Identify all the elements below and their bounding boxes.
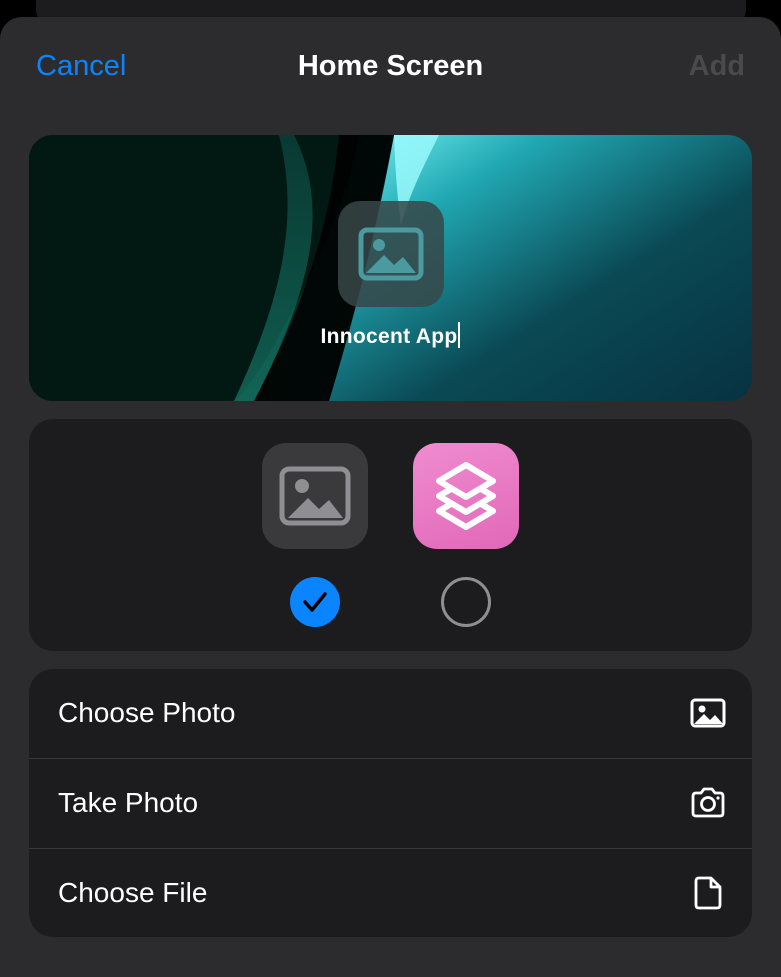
navigation-bar: Cancel Home Screen Add	[0, 17, 781, 117]
choose-file-row[interactable]: Choose File	[29, 849, 752, 937]
camera-icon	[691, 787, 725, 818]
app-name-text: Innocent App	[320, 325, 458, 348]
checkmark-icon	[303, 592, 327, 612]
icon-source-options: Choose Photo Take Photo Choose File	[29, 669, 752, 937]
photo-icon	[279, 466, 351, 526]
shortcuts-icon	[436, 462, 496, 530]
app-name-field[interactable]: Innocent App	[29, 322, 752, 349]
page-title: Home Screen	[297, 50, 484, 82]
option-label: Choose Photo	[58, 697, 236, 728]
add-to-home-screen-sheet: Cancel Home Screen Add Innocent App Choo…	[0, 17, 781, 977]
text-cursor	[458, 322, 461, 348]
icon-picker	[29, 419, 752, 651]
add-button[interactable]: Add	[689, 50, 745, 83]
default-icon-radio-checked[interactable]	[290, 577, 340, 627]
take-photo-row[interactable]: Take Photo	[29, 759, 752, 848]
document-icon	[694, 876, 722, 910]
home-screen-preview: Innocent App	[29, 135, 752, 401]
option-label: Take Photo	[58, 787, 199, 818]
option-label: Choose File	[58, 877, 208, 908]
photo-icon	[690, 698, 726, 728]
shortcuts-icon-option[interactable]	[413, 443, 519, 549]
choose-photo-row[interactable]: Choose Photo	[29, 669, 752, 758]
default-photo-icon-option[interactable]	[262, 443, 368, 549]
shortcuts-icon-radio[interactable]	[441, 577, 491, 627]
photo-icon	[358, 227, 424, 281]
app-icon-preview	[338, 201, 444, 307]
